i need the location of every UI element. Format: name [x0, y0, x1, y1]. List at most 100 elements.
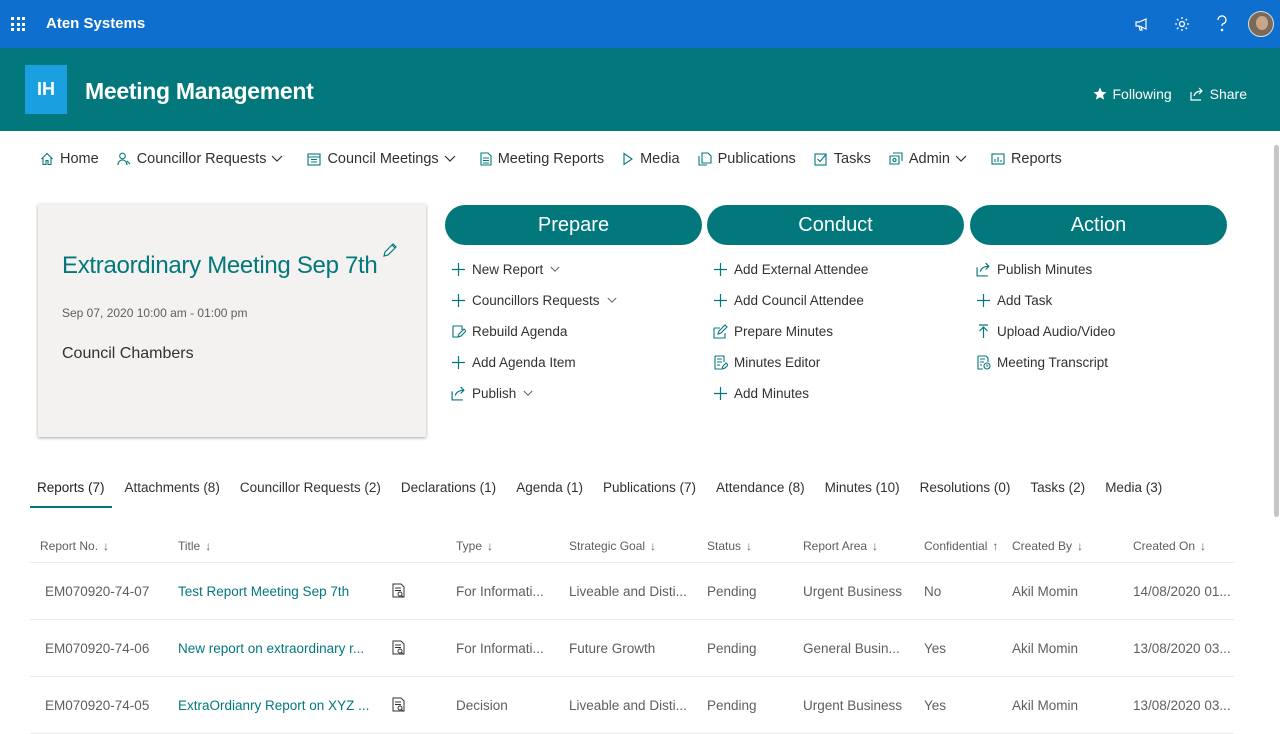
table-row[interactable]: EM070920-74-07 Test Report Meeting Sep 7… — [30, 563, 1234, 620]
help-button[interactable] — [1202, 0, 1242, 48]
nav-council-meetings[interactable]: Council Meetings — [307, 151, 461, 167]
nav-admin[interactable]: Admin — [889, 151, 973, 167]
link-label: Rebuild Agenda — [472, 324, 568, 339]
column-header-created-on[interactable]: Created On ↓ — [1123, 539, 1234, 553]
nav-home[interactable]: Home — [40, 151, 99, 167]
tab-attendance[interactable]: Attendance (8) — [709, 478, 812, 508]
sort-arrow-icon: ↓ — [103, 539, 110, 553]
add-external-attendee-link[interactable]: Add External Attendee — [713, 254, 964, 285]
nav-meeting-reports[interactable]: Meeting Reports — [480, 151, 604, 167]
upload-audio-video-link[interactable]: Upload Audio/Video — [976, 316, 1227, 347]
preview-button[interactable] — [382, 697, 446, 713]
app-launcher-button[interactable] — [0, 0, 36, 48]
announcements-button[interactable] — [1122, 0, 1162, 48]
table-row[interactable]: EM070920-74-05 ExtraOrdianry Report on X… — [30, 677, 1234, 734]
avatar[interactable] — [1248, 11, 1274, 37]
rebuild-agenda-link[interactable]: Rebuild Agenda — [451, 316, 702, 347]
tab-publications[interactable]: Publications (7) — [596, 478, 703, 508]
publish-minutes-link[interactable]: Publish Minutes — [976, 254, 1227, 285]
created-by-cell: Akil Momin — [1012, 640, 1079, 656]
tab-resolutions[interactable]: Resolutions (0) — [913, 478, 1018, 508]
conduct-column: Conduct Add External Attendee Add Counci… — [707, 205, 964, 409]
sort-arrow-icon: ↓ — [872, 539, 879, 553]
column-header-title[interactable]: Title ↓ — [168, 539, 382, 553]
edit-meeting-button[interactable] — [382, 242, 398, 263]
column-header-status[interactable]: Status ↓ — [697, 539, 793, 553]
nav-reports[interactable]: Reports — [991, 151, 1062, 167]
chart-icon — [991, 153, 1005, 165]
created-by-cell: Akil Momin — [1012, 697, 1079, 713]
site-title[interactable]: Meeting Management — [85, 78, 314, 105]
add-task-link[interactable]: Add Task — [976, 285, 1227, 316]
org-name[interactable]: Aten Systems — [46, 15, 145, 32]
admin-icon — [889, 152, 903, 165]
prepare-minutes-link[interactable]: Prepare Minutes — [713, 316, 964, 347]
publish-link[interactable]: Publish — [451, 378, 702, 409]
plus-icon — [452, 263, 465, 276]
link-label: Add Agenda Item — [472, 355, 576, 370]
link-label: Add Minutes — [734, 386, 810, 401]
person-icon — [117, 152, 131, 166]
report-title-link[interactable]: New report on extraordinary r... — [168, 641, 382, 656]
strategic-goal-cell: Liveable and Disti... — [569, 697, 687, 713]
link-label: Meeting Transcript — [997, 355, 1109, 370]
nav-publications[interactable]: Publications — [698, 151, 796, 167]
tab-minutes[interactable]: Minutes (10) — [818, 478, 907, 508]
add-minutes-link[interactable]: Add Minutes — [713, 378, 964, 409]
report-area-cell: Urgent Business — [803, 583, 903, 599]
status-cell: Pending — [707, 640, 757, 656]
tab-agenda[interactable]: Agenda (1) — [509, 478, 590, 508]
column-header-created-by[interactable]: Created By ↓ — [1002, 539, 1123, 553]
chevron-down-icon — [607, 297, 617, 303]
notes-icon — [714, 355, 728, 370]
column-header-confidential[interactable]: Confidential ↑ — [914, 539, 1002, 553]
share-button[interactable]: Share — [1190, 86, 1247, 102]
report-title-link[interactable]: ExtraOrdianry Report on XYZ ... — [168, 698, 382, 713]
tab-councillor-requests[interactable]: Councillor Requests (2) — [233, 478, 388, 508]
report-no-cell: EM070920-74-07 — [45, 583, 150, 599]
preview-button[interactable] — [382, 583, 446, 599]
tab-tasks[interactable]: Tasks (2) — [1023, 478, 1092, 508]
report-area-cell: Urgent Business — [803, 697, 903, 713]
tab-attachments[interactable]: Attachments (8) — [118, 478, 227, 508]
new-report-link[interactable]: New Report — [451, 254, 702, 285]
meeting-transcript-link[interactable]: Meeting Transcript — [976, 347, 1227, 378]
scrollbar-thumb[interactable] — [1274, 145, 1279, 517]
settings-button[interactable] — [1162, 0, 1202, 48]
nav-councillor-requests[interactable]: Councillor Requests — [117, 151, 290, 167]
plus-icon — [452, 294, 465, 307]
report-title-link[interactable]: Test Report Meeting Sep 7th — [168, 584, 382, 599]
meeting-title: Extraordinary Meeting Sep 7th — [62, 252, 378, 279]
site-logo[interactable]: IH — [25, 65, 67, 114]
table-row[interactable]: EM070920-74-06 New report on extraordina… — [30, 620, 1234, 677]
column-header-report-area[interactable]: Report Area ↓ — [793, 539, 914, 553]
councillors-requests-link[interactable]: Councillors Requests — [451, 285, 702, 316]
nav-label: Councillor Requests — [136, 151, 267, 167]
minutes-editor-link[interactable]: Minutes Editor — [713, 347, 964, 378]
nav-media[interactable]: Media — [622, 151, 680, 167]
preview-button[interactable] — [382, 640, 446, 656]
waffle-icon — [11, 17, 25, 31]
sort-arrow-icon: ↓ — [205, 539, 212, 553]
meeting-location: Council Chambers — [62, 345, 194, 362]
link-label: Add Council Attendee — [734, 293, 864, 308]
column-header-type[interactable]: Type ↓ — [446, 539, 559, 553]
header-label: Strategic Goal — [569, 539, 646, 553]
nav-tasks[interactable]: Tasks — [814, 151, 871, 167]
site-header: IH Meeting Management Following Share — [0, 48, 1280, 131]
header-label: Confidential — [924, 539, 988, 553]
header-label: Type — [456, 539, 483, 553]
column-header-report-no[interactable]: Report No. ↓ — [30, 539, 168, 553]
header-label: Report Area — [803, 539, 868, 553]
add-council-attendee-link[interactable]: Add Council Attendee — [713, 285, 964, 316]
tab-declarations[interactable]: Declarations (1) — [394, 478, 503, 508]
add-agenda-item-link[interactable]: Add Agenda Item — [451, 347, 702, 378]
tab-reports[interactable]: Reports (7) — [30, 478, 112, 508]
column-header-strategic-goal[interactable]: Strategic Goal ↓ — [559, 539, 697, 553]
nav-label: Council Meetings — [327, 151, 439, 167]
calendar-icon — [307, 153, 322, 166]
following-label: Following — [1112, 86, 1172, 102]
following-button[interactable]: Following — [1093, 86, 1172, 102]
tab-media[interactable]: Media (3) — [1098, 478, 1169, 508]
document-preview-icon — [392, 697, 405, 712]
